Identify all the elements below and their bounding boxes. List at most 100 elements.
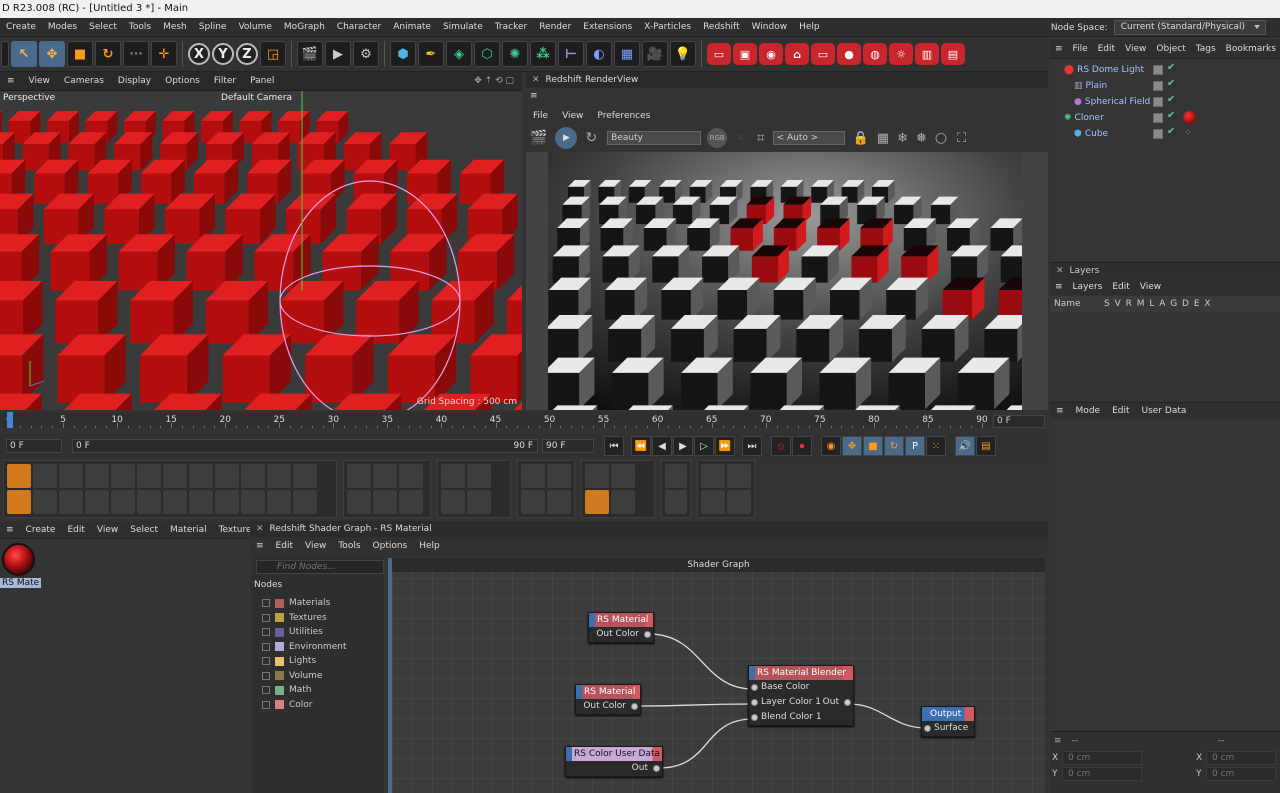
timeline-playhead[interactable]	[7, 412, 13, 428]
key-scale-icon[interactable]: ■	[863, 436, 883, 456]
node-port-out[interactable]: Out	[566, 761, 662, 776]
make-editable-icon[interactable]	[441, 464, 465, 488]
enabled-check-icon[interactable]: ✔	[1167, 126, 1175, 137]
mm-menu-select[interactable]: Select	[124, 525, 164, 535]
visibility-toggle[interactable]	[1153, 81, 1163, 91]
attributes-hamburger-icon[interactable]: ≡	[1050, 406, 1070, 416]
render-to-picture-viewer-icon[interactable]: ▶	[325, 41, 351, 67]
field-icon[interactable]: ◐	[586, 41, 612, 67]
polygon-tool-icon[interactable]	[33, 464, 57, 488]
enabled-check-icon[interactable]: ✔	[1167, 78, 1175, 89]
extrude-icon[interactable]: ⬡	[474, 41, 500, 67]
node-port-out-color[interactable]: Out Color	[576, 699, 640, 714]
viewport-mode-label[interactable]: Perspective	[3, 93, 55, 103]
category-lights[interactable]: Lights	[252, 654, 384, 669]
object-row-cube[interactable]: ⬢ Cube ✔ ⁘	[1050, 126, 1280, 142]
node-port-layer-color-1[interactable]: Layer Color 1 Out	[749, 695, 853, 710]
edge-tool-icon[interactable]	[33, 490, 57, 514]
expand-icon[interactable]	[262, 700, 270, 709]
expand-icon[interactable]	[262, 657, 270, 666]
close-icon[interactable]: ✕	[250, 524, 270, 534]
tiles-icon[interactable]: ▦	[877, 131, 889, 146]
node-rs-material-2[interactable]: RS Material Out Color	[575, 684, 641, 715]
node-rs-material-1[interactable]: RS Material Out Color	[588, 612, 654, 643]
play-icon[interactable]: ▶	[673, 436, 693, 456]
node-space-select[interactable]: Current (Standard/Physical)	[1113, 20, 1266, 35]
category-math[interactable]: Math	[252, 683, 384, 698]
aov-select[interactable]: Beauty	[607, 131, 702, 145]
undo-icon[interactable]	[1, 41, 9, 67]
attributes-menu-mode[interactable]: Mode	[1070, 406, 1107, 416]
enable-axis-icon[interactable]	[521, 490, 545, 514]
visibility-toggle[interactable]	[1153, 113, 1163, 123]
measure-tool-icon[interactable]	[701, 464, 725, 488]
texture-mode-icon[interactable]	[665, 464, 687, 488]
coordinates-hamburger-icon[interactable]: ≡	[1054, 736, 1062, 746]
mesh-check-icon[interactable]	[441, 490, 465, 514]
redshift-area-light-icon[interactable]: ⌂	[785, 43, 809, 65]
snowflake-settings-icon[interactable]: ❅	[916, 131, 927, 146]
mograph-icon[interactable]: ⁂	[530, 41, 556, 67]
om-menu-bookmarks[interactable]: Bookmarks	[1221, 44, 1280, 54]
layers-list[interactable]	[1050, 312, 1280, 398]
enabled-check-icon[interactable]: ✔	[1167, 62, 1175, 73]
node-port-surface[interactable]: Surface	[922, 721, 974, 736]
snap-settings-icon[interactable]	[373, 464, 397, 488]
refresh-icon[interactable]: ↻	[585, 130, 597, 146]
menu-mesh[interactable]: Mesh	[157, 18, 193, 37]
transform-icon[interactable]: ✛	[151, 41, 177, 67]
menu-x-particles[interactable]: X-Particles	[638, 18, 697, 37]
viewport-hamburger-icon[interactable]: ≡	[0, 76, 22, 86]
key-move-icon[interactable]: ✥	[842, 436, 862, 456]
menu-render[interactable]: Render	[533, 18, 577, 37]
viewport-menu-view[interactable]: View	[22, 76, 57, 86]
visibility-toggle[interactable]	[1153, 65, 1163, 75]
position-y-field[interactable]: 0 cm	[1062, 767, 1142, 781]
object-row-dome-light[interactable]: ⬤ RS Dome Light ✔	[1050, 62, 1280, 78]
menu-character[interactable]: Character	[331, 18, 387, 37]
renderview-menu-file[interactable]: File	[526, 111, 555, 121]
sg-menu-view[interactable]: View	[299, 541, 332, 551]
expand-icon[interactable]	[262, 642, 270, 651]
menu-tracker[interactable]: Tracker	[489, 18, 533, 37]
hierarchy-icon[interactable]	[547, 490, 571, 514]
input-socket[interactable]	[924, 725, 931, 732]
close-icon[interactable]: ✕	[1050, 266, 1070, 276]
brush-tool-icon[interactable]	[7, 464, 31, 488]
layers-menu-view[interactable]: View	[1135, 282, 1166, 292]
options-icon[interactable]	[467, 490, 491, 514]
mm-menu-edit[interactable]: Edit	[61, 525, 90, 535]
sg-menu-tools[interactable]: Tools	[332, 541, 366, 551]
output-socket[interactable]	[631, 703, 638, 710]
bevel-tool-icon[interactable]	[85, 464, 109, 488]
enabled-check-icon[interactable]: ✔	[1167, 94, 1175, 105]
recycle-icon[interactable]	[241, 464, 265, 488]
visibility-toggle[interactable]	[1153, 129, 1163, 139]
sg-menu-options[interactable]: Options	[367, 541, 414, 551]
menu-create[interactable]: Create	[0, 18, 42, 37]
timeline-icon[interactable]: 🔊	[955, 436, 975, 456]
viewport-menu-options[interactable]: Options	[158, 76, 207, 86]
object-row-cloner[interactable]: ✺ Cloner ✔	[1050, 110, 1280, 126]
expand-icon[interactable]	[262, 599, 270, 608]
output-socket[interactable]	[644, 631, 651, 638]
menu-redshift[interactable]: Redshift	[697, 18, 746, 37]
renderview-menu-view[interactable]: View	[555, 111, 590, 121]
guide-icon[interactable]	[373, 490, 397, 514]
node-rs-material-blender[interactable]: RS Material Blender Base Color Layer Col…	[748, 665, 854, 726]
expand-icon[interactable]	[262, 628, 270, 637]
redshift-dome-light-icon[interactable]: ◍	[863, 43, 887, 65]
object-row-plain[interactable]: ▥ Plain ✔	[1050, 78, 1280, 94]
category-materials[interactable]: Materials	[252, 596, 384, 611]
menu-tools[interactable]: Tools	[123, 18, 157, 37]
key-param-icon[interactable]: P	[905, 436, 925, 456]
expand-icon[interactable]	[262, 613, 270, 622]
size-x-field[interactable]: 0 cm	[1206, 751, 1276, 765]
redshift-infinite-light-icon[interactable]: ▭	[811, 43, 835, 65]
coordinate-system-icon[interactable]: ◲	[260, 41, 286, 67]
om-menu-file[interactable]: File	[1068, 44, 1093, 54]
3d-viewport[interactable]: Perspective Default Camera Grid Spacing …	[0, 91, 522, 410]
select-tool-icon[interactable]: ↖	[11, 41, 37, 67]
box-tool-icon[interactable]	[85, 490, 109, 514]
menu-window[interactable]: Window	[746, 18, 794, 37]
